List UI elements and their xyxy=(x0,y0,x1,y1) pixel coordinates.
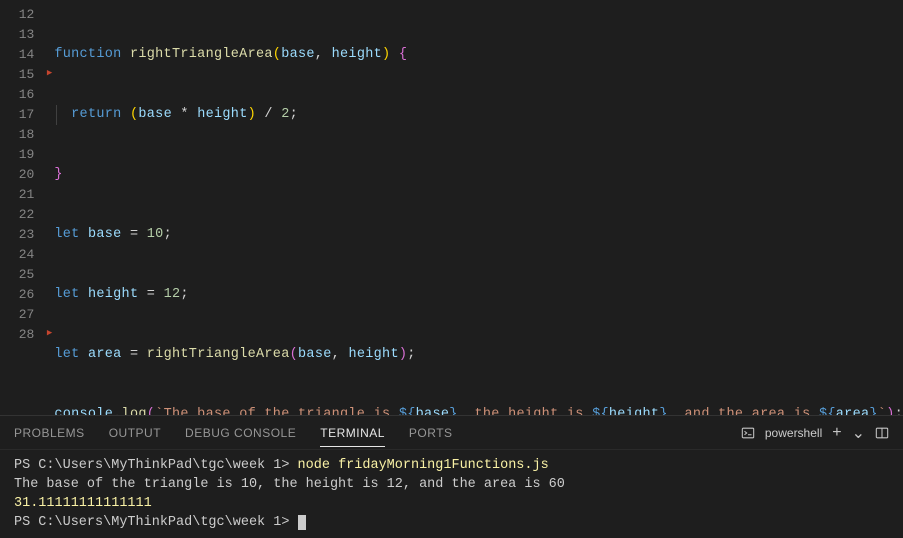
line-number: 22 xyxy=(0,205,34,225)
bottom-panel: PROBLEMS OUTPUT DEBUG CONSOLE TERMINAL P… xyxy=(0,415,903,538)
code-editor[interactable]: 12 13 14 ▶ 15 16 17 18 19 20 21 22 23 24… xyxy=(0,0,903,415)
code-line: let base = 10; xyxy=(54,225,903,245)
line-number: 23 xyxy=(0,225,34,245)
terminal-line: The base of the triangle is 10, the heig… xyxy=(14,475,889,494)
panel-actions: powershell + ⌄ xyxy=(741,423,889,443)
terminal-output[interactable]: PS C:\Users\MyThinkPad\tgc\week 1> node … xyxy=(0,450,903,538)
tab-problems[interactable]: PROBLEMS xyxy=(14,426,85,440)
line-number: 26 xyxy=(0,285,34,305)
line-number: 17 xyxy=(0,105,34,125)
code-line: function rightTriangleArea(base, height)… xyxy=(54,45,903,65)
terminal-shell-icon[interactable] xyxy=(741,426,755,440)
line-number: 15 xyxy=(0,65,34,85)
line-number: 18 xyxy=(0,125,34,145)
terminal-line: 31.11111111111111 xyxy=(14,494,889,513)
line-number: 27 xyxy=(0,305,34,325)
code-line: return (base * height) / 2; xyxy=(54,105,903,125)
code-line: console.log(`The base of the triangle is… xyxy=(54,405,903,415)
tab-ports[interactable]: PORTS xyxy=(409,426,453,440)
line-number: 19 xyxy=(0,145,34,165)
tab-output[interactable]: OUTPUT xyxy=(109,426,161,440)
fold-arrow-icon[interactable]: ▶ xyxy=(47,63,52,83)
line-number: 13 xyxy=(0,25,34,45)
tab-terminal[interactable]: TERMINAL xyxy=(320,426,385,447)
line-number: 25 xyxy=(0,265,34,285)
terminal-shell-label[interactable]: powershell xyxy=(765,426,822,440)
line-number: 16 xyxy=(0,85,34,105)
terminal-dropdown-icon[interactable]: ⌄ xyxy=(852,423,865,443)
terminal-line: PS C:\Users\MyThinkPad\tgc\week 1> xyxy=(14,513,889,532)
code-line: } xyxy=(54,165,903,185)
line-number: 28 xyxy=(0,325,34,345)
terminal-line: PS C:\Users\MyThinkPad\tgc\week 1> node … xyxy=(14,456,889,475)
code-area[interactable]: function rightTriangleArea(base, height)… xyxy=(54,0,903,415)
new-terminal-button[interactable]: + xyxy=(832,424,841,442)
split-terminal-icon[interactable] xyxy=(875,426,889,440)
line-number: 20 xyxy=(0,165,34,185)
terminal-cursor xyxy=(298,515,306,530)
line-number-gutter: 12 13 14 ▶ 15 16 17 18 19 20 21 22 23 24… xyxy=(0,0,54,415)
line-number: 12 xyxy=(0,5,34,25)
code-line: let area = rightTriangleArea(base, heigh… xyxy=(54,345,903,365)
panel-tabs: PROBLEMS OUTPUT DEBUG CONSOLE TERMINAL P… xyxy=(0,416,903,450)
line-number: 14 xyxy=(0,45,34,65)
fold-arrow-icon[interactable]: ▶ xyxy=(47,323,52,343)
tab-debug-console[interactable]: DEBUG CONSOLE xyxy=(185,426,296,440)
line-number: 24 xyxy=(0,245,34,265)
code-line: let height = 12; xyxy=(54,285,903,305)
line-number: 21 xyxy=(0,185,34,205)
